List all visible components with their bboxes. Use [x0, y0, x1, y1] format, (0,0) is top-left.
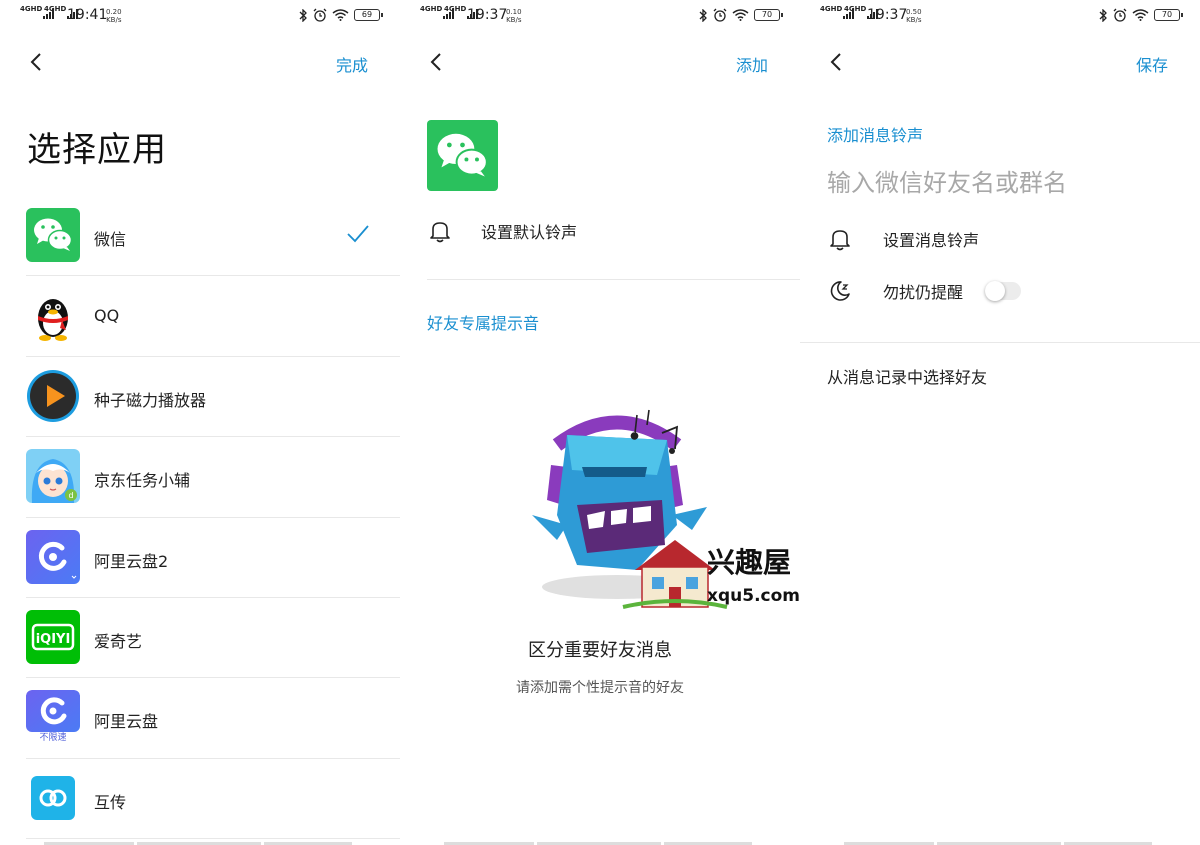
battery-indicator: 70: [1154, 9, 1183, 21]
app-item-aliyun-drive[interactable]: 不限速 阿里云盘: [0, 678, 400, 759]
net-speed: 0.10 KB/s: [506, 8, 522, 24]
divider: [427, 279, 800, 280]
dnd-remind-toggle[interactable]: [985, 281, 1022, 301]
app-item-torrent-player[interactable]: 种子磁力播放器: [0, 357, 400, 438]
page-title: 选择应用: [27, 130, 167, 170]
status-bar: 4GHD 4GHD 19:37 0.10 KB/s 70: [400, 0, 800, 32]
battery-indicator: 69: [354, 9, 383, 21]
select-app-screen: 4GHD 4GHD 19:41 0.20KB/s 69 完成 选择应用 微信: [0, 0, 400, 845]
speed-badge: 不限速: [39, 733, 67, 744]
save-button[interactable]: 保存: [1136, 52, 1168, 76]
app-item-wechat[interactable]: 微信: [0, 196, 400, 277]
wechat-icon: [427, 120, 498, 191]
iqiyi-icon: iQIYI: [26, 609, 80, 664]
app-item-aliyun-drive-2[interactable]: 阿里云盘2: [0, 518, 400, 598]
app-name: 京东任务小辅: [94, 471, 191, 491]
set-message-ringtone-row[interactable]: 设置消息铃声: [827, 226, 979, 252]
bell-icon: [830, 230, 850, 251]
wechat-icon: [26, 208, 80, 262]
aliyun-drive-icon: [26, 529, 80, 584]
svg-text:d: d: [68, 491, 73, 500]
battery-indicator: 70: [754, 9, 783, 21]
app-item-huchuan[interactable]: 互传: [0, 759, 400, 840]
bell-icon: [430, 222, 450, 243]
status-bar: 4GHD 4GHD 19:41 0.20 KB/s 69: [0, 0, 400, 32]
status-bar: 4GHD 4GHD 19:37 0.50 KB/s 70: [800, 0, 1200, 32]
check-icon: [347, 225, 369, 243]
watermark-text: 兴趣屋: [707, 546, 791, 579]
divider: [800, 342, 1200, 343]
status-time: 19:37: [467, 7, 508, 23]
bluetooth-icon: [299, 8, 307, 22]
back-arrow-icon[interactable]: [826, 50, 850, 74]
anime-girl-icon: d: [26, 449, 80, 504]
status-time: 19:41: [67, 7, 108, 23]
dnd-remind-row: 勿扰仍提醒: [827, 278, 1022, 304]
default-ringtone-label: 设置默认铃声: [481, 223, 578, 242]
select-friend-from-history[interactable]: 从消息记录中选择好友: [827, 364, 987, 388]
app-name: 爱奇艺: [94, 631, 143, 651]
back-arrow-icon[interactable]: [426, 50, 450, 74]
friend-name-input[interactable]: 输入微信好友名或群名: [827, 163, 1067, 198]
svg-text:iQIYI: iQIYI: [36, 632, 71, 647]
bluetooth-icon: [1099, 8, 1107, 22]
aliyun-drive-icon: 不限速: [26, 690, 80, 745]
section-title: 添加消息铃声: [827, 126, 924, 145]
wifi-icon: [332, 9, 349, 21]
app-item-qq[interactable]: QQ: [0, 276, 400, 357]
bluetooth-icon: [699, 8, 707, 22]
status-time: 19:37: [867, 7, 908, 23]
done-button[interactable]: 完成: [336, 52, 368, 76]
alarm-icon: [313, 8, 327, 22]
app-name: 种子磁力播放器: [94, 390, 207, 410]
play-icon: [26, 369, 80, 423]
app-item-jd-helper[interactable]: d 京东任务小辅: [0, 437, 400, 518]
app-name: QQ: [94, 306, 120, 326]
wifi-icon: [1132, 9, 1149, 21]
app-item-iqiyi[interactable]: iQIYI 爱奇艺: [0, 598, 400, 679]
net-speed: 0.50 KB/s: [906, 8, 922, 24]
watermark-url: xqu5.com: [707, 586, 800, 606]
add-button[interactable]: 添加: [736, 52, 768, 76]
alarm-icon: [1113, 8, 1127, 22]
wechat-ringtone-screen: 4GHD 4GHD 19:37 0.10 KB/s 70 添加 设置默认铃声 好友…: [400, 0, 800, 845]
back-arrow-icon[interactable]: [26, 50, 50, 74]
app-name: 阿里云盘2: [94, 551, 169, 571]
section-title: 好友专属提示音: [427, 314, 540, 333]
app-name: 阿里云盘: [94, 712, 159, 732]
moon-icon: [830, 281, 850, 301]
set-message-ringtone-label: 设置消息铃声: [883, 231, 980, 250]
music-robot-illustration: 兴趣屋 xqu5.com: [532, 409, 800, 609]
add-message-ringtone-screen: 4GHD 4GHD 19:37 0.50 KB/s 70 保存 添加消息铃声 输入…: [800, 0, 1200, 845]
dnd-remind-label: 勿扰仍提醒: [883, 283, 964, 302]
alarm-icon: [713, 8, 727, 22]
net-speed: 0.20 KB/s: [106, 8, 122, 24]
app-list: 微信 QQ 种子磁力播放器 d 京东任务小辅 阿里云盘2 iQIYI 爱奇艺 不…: [0, 196, 400, 840]
empty-state-subtitle: 请添加需个性提示音的好友: [516, 680, 684, 696]
link-icon: [31, 775, 75, 820]
app-name: 互传: [94, 792, 127, 812]
default-ringtone-row[interactable]: 设置默认铃声: [427, 218, 577, 244]
app-name: 微信: [94, 230, 127, 249]
empty-state-title: 区分重要好友消息: [528, 640, 672, 661]
wifi-icon: [732, 9, 749, 21]
qq-penguin-icon: [26, 288, 80, 343]
